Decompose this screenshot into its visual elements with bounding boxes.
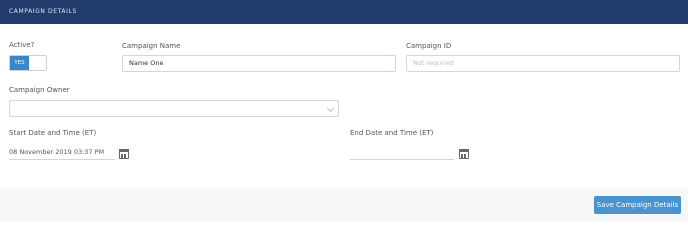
campaign-name-input[interactable]: Name One [122, 55, 396, 72]
panel-header: CAMPAIGN DETAILS [0, 0, 688, 24]
campaign-owner-label: Campaign Owner [9, 86, 70, 94]
end-datetime-input[interactable] [350, 146, 454, 160]
active-toggle[interactable]: YES [9, 55, 47, 71]
campaign-details-panel: CAMPAIGN DETAILS Active? YES Campaign Na… [0, 0, 688, 222]
start-datetime-input[interactable]: 08 November 2019 03:37 PM [9, 146, 115, 160]
toggle-yes-label: YES [10, 56, 29, 70]
end-datetime-label: End Date and Time (ET) [350, 129, 434, 137]
start-datetime-label: Start Date and Time (ET) [9, 129, 97, 137]
campaign-id-input[interactable]: Not required [406, 55, 680, 72]
save-campaign-details-button[interactable]: Save Campaign Details [594, 196, 681, 214]
start-calendar-icon[interactable] [119, 149, 129, 159]
chevron-down-icon [326, 104, 335, 113]
campaign-owner-select[interactable] [9, 100, 339, 117]
end-calendar-icon[interactable] [459, 149, 469, 159]
active-label: Active? [9, 41, 35, 49]
campaign-id-label: Campaign ID [406, 42, 452, 50]
campaign-name-label: Campaign Name [122, 42, 181, 50]
